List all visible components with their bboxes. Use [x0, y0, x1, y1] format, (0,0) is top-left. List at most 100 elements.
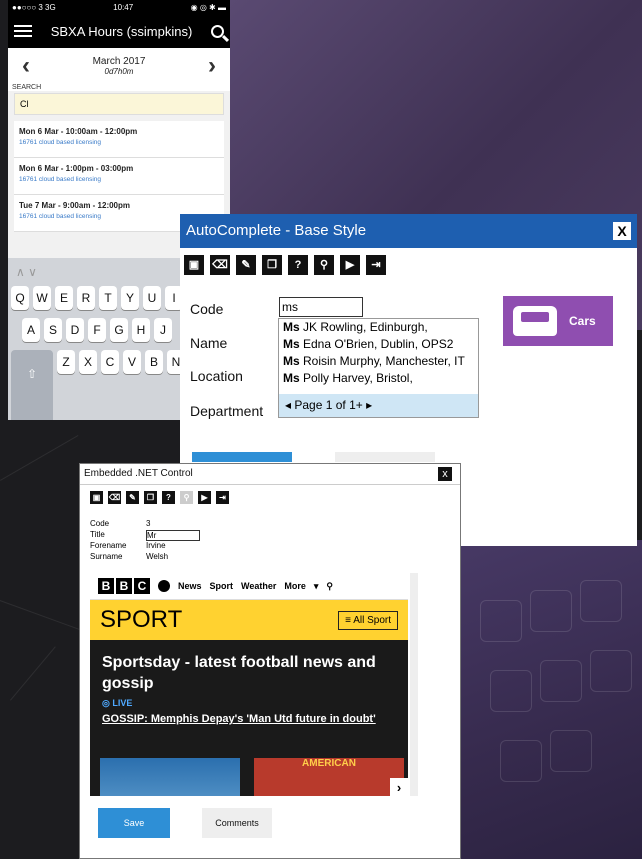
code-field[interactable]: ms [279, 297, 363, 317]
bbc-logo[interactable]: BBC [98, 578, 150, 594]
app-header: SBXA Hours (ssimpkins) [8, 14, 230, 48]
article-thumbnail[interactable]: AMERICAN [254, 758, 404, 796]
surname-label: Surname [90, 552, 123, 561]
copy-icon[interactable]: ❐ [144, 490, 157, 504]
key[interactable]: R [77, 286, 95, 310]
primary-button[interactable] [192, 452, 292, 462]
pager[interactable]: ◂ Page 1 of 1+ ▸ [279, 394, 478, 417]
chevron-right-icon[interactable]: › [208, 52, 216, 80]
key[interactable]: B [145, 350, 163, 374]
key[interactable]: Z [57, 350, 75, 374]
search-label: SEARCH [8, 84, 230, 91]
search-icon[interactable]: ⚲ [180, 490, 193, 504]
delete-icon[interactable]: ⌫ [108, 490, 121, 504]
close-button[interactable]: X [613, 222, 631, 240]
all-sport-button[interactable]: ≡ All Sport [338, 610, 398, 630]
window-title: AutoComplete - Base Style [186, 222, 367, 239]
embedded-net-window: Embedded .NET Control x ▣ ⌫ ✎ ❐ ? ⚲ ▶ ⇥ … [79, 463, 461, 859]
entry-time: Tue 7 Mar - 9:00am - 12:00pm [19, 201, 131, 210]
suggestion-item[interactable]: Ms JK Rowling, Edinburgh, [279, 319, 478, 336]
gossip-link[interactable]: GOSSIP: Memphis Depay's 'Man Utd future … [102, 713, 396, 725]
chevron-left-icon[interactable]: ‹ [22, 52, 30, 80]
article-headline[interactable]: Sportsday - latest football news and gos… [102, 652, 396, 694]
copy-icon[interactable]: ❐ [262, 255, 282, 275]
suggestion-item[interactable]: Ms Edna O'Brien, Dublin, OPS2 [279, 336, 478, 353]
search-icon[interactable]: ⚲ [326, 581, 333, 592]
key[interactable]: V [123, 350, 141, 374]
key[interactable]: H [132, 318, 150, 342]
month-label: March 2017 [92, 56, 146, 67]
help-icon[interactable]: ? [162, 490, 175, 504]
window-titlebar: AutoComplete - Base Style X [180, 214, 637, 248]
play-icon[interactable]: ▶ [340, 255, 360, 275]
app-title: SBXA Hours (ssimpkins) [50, 23, 193, 39]
attach-icon[interactable]: ✎ [126, 490, 139, 504]
nav-news[interactable]: News [178, 581, 202, 591]
key[interactable]: X [79, 350, 97, 374]
cars-button[interactable]: Cars [503, 296, 613, 346]
entry-time: Mon 6 Mar - 1:00pm - 03:00pm [19, 164, 134, 173]
record-form: Code 3 Title Mr Forename Irvine Surname Wels… [90, 519, 200, 563]
key[interactable]: J [154, 318, 172, 342]
clock: 10:47 [113, 2, 134, 12]
sport-header: SPORT ≡ All Sport [90, 600, 408, 640]
live-badge: ◎ LIVE [102, 698, 133, 708]
comments-button[interactable]: Comments [202, 808, 272, 838]
key[interactable]: D [66, 318, 84, 342]
scrollbar[interactable] [410, 573, 418, 796]
key[interactable]: C [101, 350, 119, 374]
search-icon[interactable] [211, 24, 224, 38]
key[interactable]: T [99, 286, 117, 310]
save-button[interactable]: Save [98, 808, 170, 838]
user-icon[interactable] [158, 580, 170, 592]
nav-sport[interactable]: Sport [210, 581, 234, 591]
code-value[interactable]: 3 [146, 519, 198, 530]
key[interactable]: E [55, 286, 73, 310]
attach-icon[interactable]: ✎ [236, 255, 256, 275]
key[interactable]: U [143, 286, 161, 310]
cars-label: Cars [569, 314, 596, 328]
code-label: Code [190, 301, 224, 317]
autocomplete-dropdown: Ms JK Rowling, Edinburgh, Ms Edna O'Brie… [278, 318, 479, 418]
nav-more[interactable]: More [284, 581, 306, 591]
search-input[interactable]: Cl [14, 93, 224, 115]
exit-icon[interactable]: ⇥ [366, 255, 386, 275]
department-label: Department [190, 403, 264, 419]
suggestion-item[interactable]: Ms Roisin Murphy, Manchester, IT [279, 353, 478, 370]
exit-icon[interactable]: ⇥ [216, 490, 229, 504]
forename-field[interactable]: Irvine [146, 541, 198, 552]
toolbar: ▣ ⌫ ✎ ❐ ? ⚲ ▶ ⇥ [80, 485, 460, 509]
search-icon[interactable]: ⚲ [314, 255, 334, 275]
key[interactable]: A [22, 318, 40, 342]
list-item[interactable]: Mon 6 Mar - 1:00pm - 03:00pm 16761 cloud… [14, 158, 224, 195]
entry-time: Mon 6 Mar - 10:00am - 12:00pm [19, 127, 138, 136]
title-field[interactable]: Mr [146, 530, 200, 541]
nav-weather[interactable]: Weather [241, 581, 276, 591]
key[interactable]: W [33, 286, 51, 310]
key[interactable]: Q [11, 286, 29, 310]
article-thumbnail[interactable] [100, 758, 240, 796]
thumbnail-text: AMERICAN [302, 758, 356, 769]
surname-field[interactable]: Welsh [146, 552, 198, 563]
chevron-right-icon[interactable]: › [390, 778, 408, 796]
bbc-navbar: BBC News Sport Weather More ▾ ⚲ [90, 573, 408, 600]
key[interactable]: F [88, 318, 106, 342]
save-icon[interactable]: ▣ [90, 490, 103, 504]
shift-key[interactable]: ⇧ [11, 350, 53, 420]
key[interactable]: G [110, 318, 128, 342]
chevron-down-icon[interactable]: ▾ [314, 581, 319, 592]
help-icon[interactable]: ? [288, 255, 308, 275]
save-icon[interactable]: ▣ [184, 255, 204, 275]
secondary-button[interactable] [335, 452, 435, 462]
title-label: Title [90, 530, 105, 539]
list-item[interactable]: Mon 6 Mar - 10:00am - 12:00pm 16761 clou… [14, 121, 224, 158]
menu-icon[interactable] [14, 25, 32, 37]
delete-icon[interactable]: ⌫ [210, 255, 230, 275]
play-icon[interactable]: ▶ [198, 490, 211, 504]
sport-title: SPORT [100, 606, 183, 633]
key[interactable]: S [44, 318, 62, 342]
toolbar: ▣ ⌫ ✎ ❐ ? ⚲ ▶ ⇥ [180, 248, 637, 282]
close-button[interactable]: x [438, 467, 452, 481]
suggestion-item[interactable]: Ms Polly Harvey, Bristol, [279, 370, 478, 387]
key[interactable]: Y [121, 286, 139, 310]
